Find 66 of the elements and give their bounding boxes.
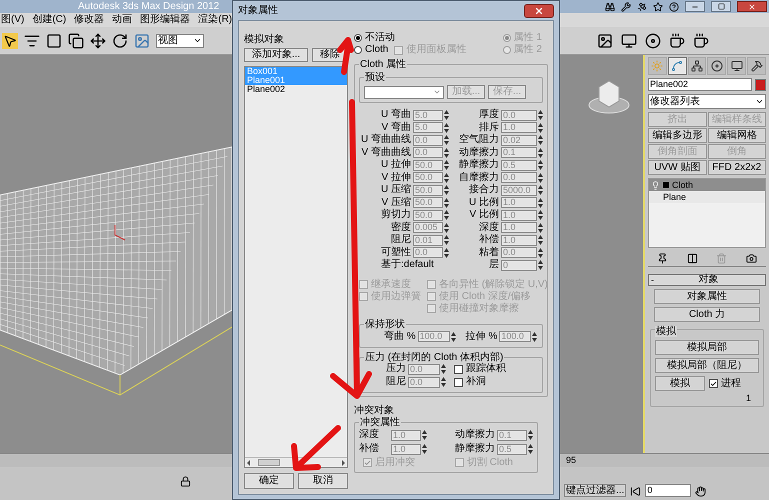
checkbox-label: 启用冲突: [375, 458, 415, 468]
param-label: U 比例: [469, 198, 499, 208]
param-label: V 弯曲: [382, 122, 411, 133]
param-label: 接合力: [469, 185, 499, 196]
param-label: V 压缩: [382, 198, 411, 208]
param-label: 可塑性: [381, 248, 411, 258]
param-label: 深度: [479, 222, 499, 233]
param-label: 排斥: [479, 122, 499, 133]
radio-label: Cloth: [365, 45, 388, 55]
app-title: Autodesk 3ds Max Design 2012: [78, 2, 220, 12]
frame-tick: 95: [566, 456, 576, 465]
param-label: 空气阻力: [459, 135, 499, 146]
checkbox-label: 继承速度: [371, 280, 411, 290]
param-label: 层: [489, 260, 499, 270]
dropdown-text: 视图: [158, 36, 178, 46]
group-title: 保持形状: [364, 318, 406, 330]
radio-label: 属性 1: [514, 33, 542, 43]
based-on-text: 基于:default: [380, 260, 435, 270]
param-label: V 弯曲曲线: [362, 148, 411, 158]
param-label: 拉伸 %: [466, 332, 498, 342]
param-label: 动摩擦力: [459, 148, 499, 158]
group-title: 预设: [364, 72, 386, 83]
checkbox-label: 跟踪体积: [466, 364, 506, 374]
dropdown-text: 修改器列表: [650, 96, 700, 106]
checkbox-label: 使用边弹簧: [371, 292, 421, 302]
param-label: 深度: [359, 430, 379, 440]
group-title: 模拟: [655, 326, 677, 337]
param-label: 阻尼: [391, 235, 411, 246]
param-label: 压力: [386, 364, 406, 374]
dialog-title: 对象属性: [238, 4, 278, 18]
param-label: 补偿: [479, 235, 499, 246]
param-label: 密度: [391, 222, 411, 233]
param-label: U 压缩: [381, 185, 411, 196]
param-label: V 拉伸: [382, 172, 411, 183]
param-label: 自摩擦力: [459, 172, 499, 183]
checkbox-label: 使用 Cloth 深度/偏移: [439, 292, 531, 302]
param-label: 动摩擦力: [455, 430, 495, 440]
section-label: 冲突对象: [354, 404, 395, 416]
group-title: 压力 (在封闭的 Cloth 体积内部): [364, 352, 504, 362]
group-title: 冲突属性: [359, 416, 401, 428]
param-label: V 比例: [470, 210, 499, 220]
param-label: 静摩擦力: [459, 160, 499, 170]
param-label: 静摩擦力: [455, 444, 495, 454]
stack-label: Cloth: [672, 180, 694, 190]
param-label: U 弯曲曲线: [361, 135, 411, 146]
checkbox-label: 补洞: [466, 377, 486, 387]
checkbox-label: 使用面板属性: [406, 45, 466, 55]
radio-label: 属性 2: [514, 45, 542, 55]
param-label: 弯曲 %: [384, 332, 416, 342]
stack-label: Plane: [663, 192, 686, 202]
param-label: U 弯曲: [381, 110, 411, 120]
param-label: 补偿: [359, 444, 379, 454]
value-text: 1: [746, 394, 751, 403]
group-title: Cloth 属性: [359, 59, 408, 70]
param-label: 剪切力: [381, 210, 411, 220]
checkbox-label: 各向异性 (解除锁定 U,V): [439, 280, 548, 290]
radio-label: 不活动: [365, 33, 395, 43]
checkbox-label: 进程: [721, 378, 741, 388]
checkbox-label: 切割 Cloth: [466, 458, 513, 468]
param-label: 厚度: [479, 110, 499, 120]
checkbox-label: 使用碰撞对象摩擦: [439, 304, 519, 314]
param-label: 粘着: [479, 248, 499, 258]
param-label: U 拉伸: [381, 160, 411, 170]
section-label: 模拟对象: [244, 34, 285, 46]
param-label: 阻尼: [386, 377, 406, 387]
rollout-title: 对象: [698, 275, 718, 285]
